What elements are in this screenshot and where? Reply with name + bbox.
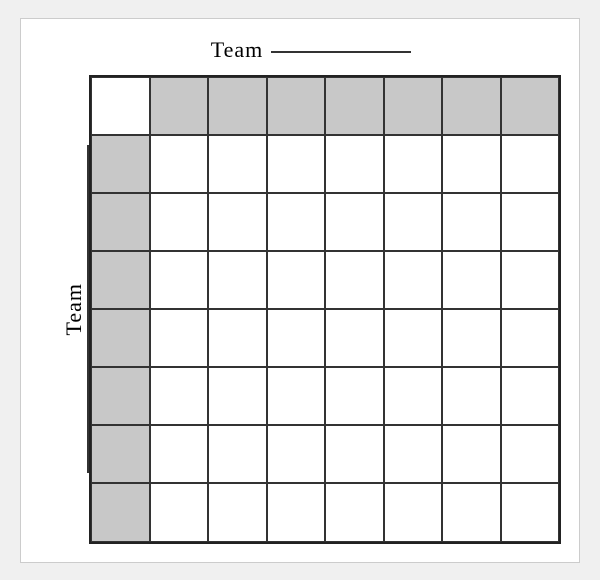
grid-cell (267, 77, 326, 135)
grid-cell (384, 251, 443, 309)
grid-cell (384, 367, 443, 425)
grid-cell (442, 425, 501, 483)
grid-cell (501, 251, 560, 309)
grid-cell (208, 367, 267, 425)
grid-cell (150, 425, 209, 483)
grid-cell (325, 135, 384, 193)
grid-cell (267, 193, 326, 251)
header-underline (271, 51, 411, 53)
grid-cell (150, 251, 209, 309)
grid-cell (501, 309, 560, 367)
grid-cell (442, 193, 501, 251)
content-row: Team (61, 75, 561, 544)
grid-cell (384, 77, 443, 135)
grid-cell (501, 193, 560, 251)
grid-cell (325, 77, 384, 135)
grid-cell (150, 193, 209, 251)
grid-cell (267, 251, 326, 309)
grid-cell (384, 483, 443, 541)
vertical-label-container: Team (61, 75, 89, 544)
header: Team (61, 37, 561, 63)
header-team-label: Team (211, 37, 264, 63)
grid-cell (208, 193, 267, 251)
grid-cell (150, 135, 209, 193)
grid-cell (384, 425, 443, 483)
grid-cell (442, 77, 501, 135)
grid-cell (91, 135, 150, 193)
grid-cell (442, 367, 501, 425)
grid-cell (325, 483, 384, 541)
grid-cell (442, 251, 501, 309)
grid-cell (208, 483, 267, 541)
grid-cell (442, 309, 501, 367)
grid-cell (384, 309, 443, 367)
grid-cell (208, 309, 267, 367)
grid-cell (501, 135, 560, 193)
vertical-line (87, 145, 89, 473)
grid-cell (91, 77, 150, 135)
grid-cell (267, 483, 326, 541)
page: Team Team (20, 18, 580, 563)
grid-cell (442, 483, 501, 541)
grid (89, 75, 561, 544)
grid-cell (150, 367, 209, 425)
grid-cell (325, 309, 384, 367)
grid-cell (150, 483, 209, 541)
grid-cell (267, 135, 326, 193)
grid-cell (267, 309, 326, 367)
grid-cell (501, 367, 560, 425)
grid-cell (91, 425, 150, 483)
grid-wrapper (89, 75, 561, 544)
grid-cell (325, 367, 384, 425)
grid-cell (91, 367, 150, 425)
grid-cell (208, 77, 267, 135)
grid-cell (325, 425, 384, 483)
grid-cell (501, 77, 560, 135)
grid-cell (208, 251, 267, 309)
grid-cell (501, 483, 560, 541)
grid-cell (267, 425, 326, 483)
grid-cell (208, 425, 267, 483)
vertical-team-label: Team (61, 283, 87, 336)
grid-cell (91, 483, 150, 541)
grid-cell (442, 135, 501, 193)
grid-cell (208, 135, 267, 193)
grid-cell (150, 77, 209, 135)
grid-cell (150, 309, 209, 367)
grid-cell (91, 193, 150, 251)
grid-cell (501, 425, 560, 483)
grid-cell (384, 135, 443, 193)
grid-cell (91, 251, 150, 309)
grid-cell (267, 367, 326, 425)
grid-cell (384, 193, 443, 251)
grid-cell (91, 309, 150, 367)
grid-cell (325, 251, 384, 309)
grid-cell (325, 193, 384, 251)
